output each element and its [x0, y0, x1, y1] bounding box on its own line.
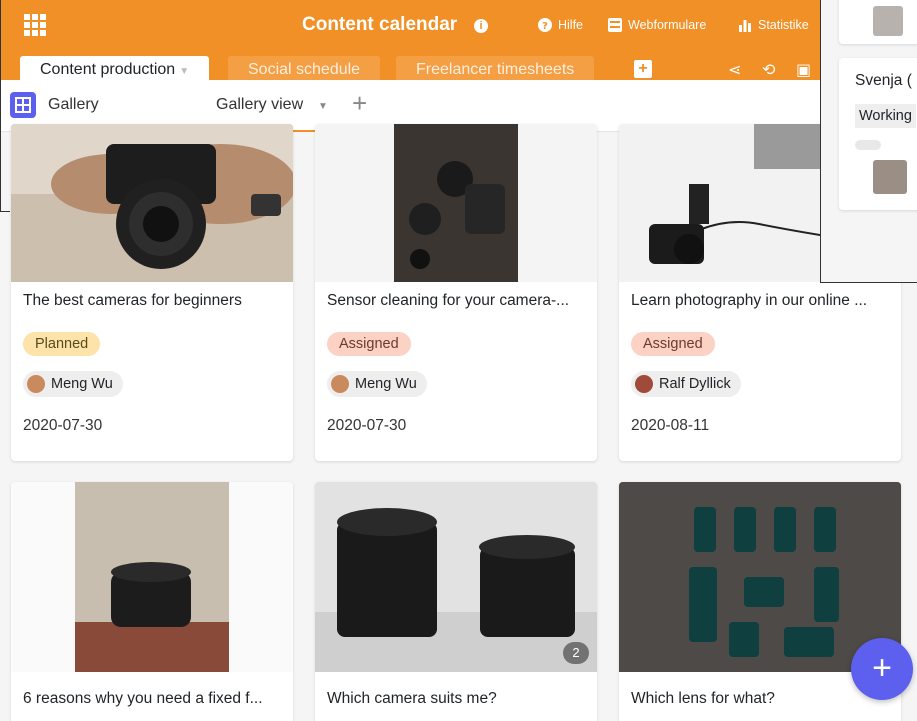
add-table-icon[interactable]: +: [634, 60, 652, 78]
camera-photo: [11, 124, 293, 282]
statistics-icon: [739, 20, 751, 32]
card-date: 2020-08-11: [631, 417, 710, 434]
svg-text:?: ?: [542, 21, 548, 32]
lens-collection-photo: [619, 482, 901, 672]
tab-label: Social schedule: [248, 61, 361, 78]
add-view-icon[interactable]: +: [352, 88, 367, 119]
gallery-card[interactable]: 2 Which camera suits me?: [315, 482, 597, 721]
help-link[interactable]: ? Hilfe: [538, 18, 583, 32]
card-title: Which lens for what?: [631, 690, 775, 707]
frame-line: [0, 211, 10, 212]
status-badge: Assigned: [631, 332, 715, 356]
card-name: Svenja (: [855, 72, 912, 89]
progress-placeholder: [855, 140, 881, 150]
person-name: Meng Wu: [51, 376, 113, 392]
table-name-label: Gallery: [48, 96, 99, 113]
gallery-cards: The best cameras for beginners Planned M…: [0, 124, 917, 721]
statistics-link-label: Statistike: [758, 18, 809, 32]
avatar: [873, 6, 903, 36]
card-image: 2: [315, 482, 597, 672]
card-title: Learn photography in our online ...: [631, 292, 868, 309]
person-chip: Meng Wu: [327, 371, 427, 397]
app-header: Content calendar i ? Hilfe Webformulare …: [0, 0, 830, 56]
avatar: [635, 375, 653, 393]
kanban-popup-panel: Svenja ( Working: [820, 0, 917, 283]
status-badge: Assigned: [327, 332, 411, 356]
card-image: [619, 482, 901, 672]
person-chip: Meng Wu: [23, 371, 123, 397]
info-icon[interactable]: i: [474, 19, 488, 33]
history-icon[interactable]: ⟲: [762, 60, 775, 80]
avatar: [873, 160, 907, 194]
gallery-icon: [10, 92, 36, 118]
card-title: 6 reasons why you need a fixed f...: [23, 690, 263, 707]
status-badge: Planned: [23, 332, 101, 356]
card-title: The best cameras for beginners: [23, 292, 242, 309]
app-title: Content calendar: [302, 14, 458, 35]
help-link-label: Hilfe: [558, 18, 584, 32]
gallery-card[interactable]: The best cameras for beginners Planned M…: [11, 124, 293, 461]
person-chip: Ralf Dyllick: [631, 371, 741, 397]
avatar: [27, 375, 45, 393]
gallery-card[interactable]: Sensor cleaning for your camera-... Assi…: [315, 124, 597, 461]
webforms-link[interactable]: Webformulare: [608, 18, 706, 32]
view-selector[interactable]: Gallery view: [216, 96, 303, 114]
apps-grid-icon[interactable]: [24, 14, 46, 36]
card-image: [11, 482, 293, 672]
webforms-link-label: Webformulare: [628, 18, 707, 32]
two-lenses-photo: [315, 482, 597, 672]
photo-count-badge: 2: [563, 642, 589, 664]
table-tabs: Content production ▼ Social schedule Free…: [0, 56, 830, 82]
card-image: [315, 124, 597, 282]
card-date: 2020-07-30: [327, 417, 407, 434]
add-record-button[interactable]: +: [851, 638, 913, 700]
card-title: Sensor cleaning for your camera-...: [327, 292, 570, 309]
statistics-link[interactable]: Statistike: [738, 18, 809, 32]
lens-on-fabric-photo: [11, 482, 293, 672]
share-icon[interactable]: ⋖: [728, 60, 741, 80]
code-icon[interactable]: ▣: [796, 60, 811, 80]
kanban-card[interactable]: Svenja ( Working: [839, 58, 917, 210]
card-title: Which camera suits me?: [327, 690, 497, 707]
card-date: 2020-07-30: [23, 417, 103, 434]
person-name: Ralf Dyllick: [659, 376, 731, 392]
help-icon: ?: [538, 18, 552, 32]
camera-gear-photo: [315, 124, 597, 282]
chevron-down-icon[interactable]: ▼: [179, 66, 189, 77]
tab-freelancer-timesheets[interactable]: Freelancer timesheets: [396, 56, 595, 82]
tab-label: Freelancer timesheets: [416, 61, 575, 78]
gallery-card[interactable]: 6 reasons why you need a fixed f...: [11, 482, 293, 721]
kanban-card[interactable]: [839, 0, 917, 44]
tab-social-schedule[interactable]: Social schedule: [228, 56, 381, 82]
frame-line: [0, 0, 1, 212]
chevron-down-icon[interactable]: ▼: [318, 101, 328, 112]
person-name: Meng Wu: [355, 376, 417, 392]
form-icon: [608, 18, 622, 32]
tab-content-production[interactable]: Content production ▼: [20, 56, 210, 82]
avatar: [331, 375, 349, 393]
tab-label: Content production: [40, 61, 176, 78]
card-image: [11, 124, 293, 282]
status-chip: Working: [855, 104, 916, 128]
